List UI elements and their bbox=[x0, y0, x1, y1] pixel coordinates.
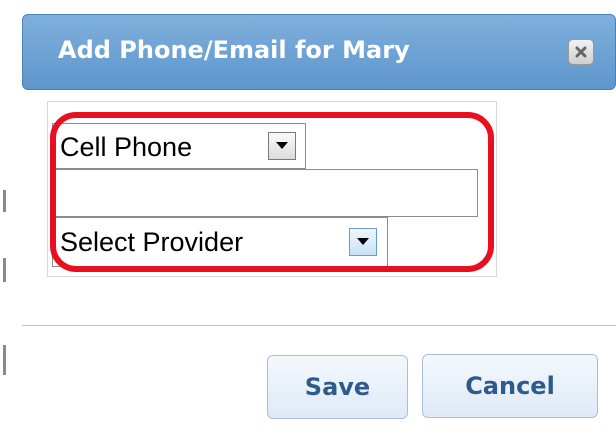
close-button[interactable] bbox=[568, 39, 594, 65]
background-window-edge bbox=[0, 0, 12, 442]
provider-select[interactable]: Select Provider bbox=[52, 217, 388, 267]
save-button[interactable]: Save bbox=[267, 355, 408, 419]
cancel-button[interactable]: Cancel bbox=[422, 354, 598, 418]
close-icon bbox=[575, 46, 587, 58]
edge-mark bbox=[3, 190, 6, 212]
dropdown-arrow-icon[interactable] bbox=[349, 228, 377, 256]
phone-type-value: Cell Phone bbox=[60, 132, 193, 162]
dropdown-arrow-icon[interactable] bbox=[268, 132, 296, 160]
edge-mark bbox=[3, 345, 6, 375]
provider-value: Select Provider bbox=[60, 227, 244, 257]
page: Add Phone/Email for Mary Save Cancel Cel… bbox=[0, 0, 616, 442]
footer-divider bbox=[22, 325, 616, 326]
dialog-titlebar[interactable]: Add Phone/Email for Mary bbox=[22, 14, 616, 90]
edge-mark bbox=[3, 258, 6, 282]
phone-type-select[interactable]: Cell Phone bbox=[52, 123, 306, 169]
contact-value-input[interactable] bbox=[52, 169, 478, 217]
dialog-title: Add Phone/Email for Mary bbox=[58, 36, 410, 64]
